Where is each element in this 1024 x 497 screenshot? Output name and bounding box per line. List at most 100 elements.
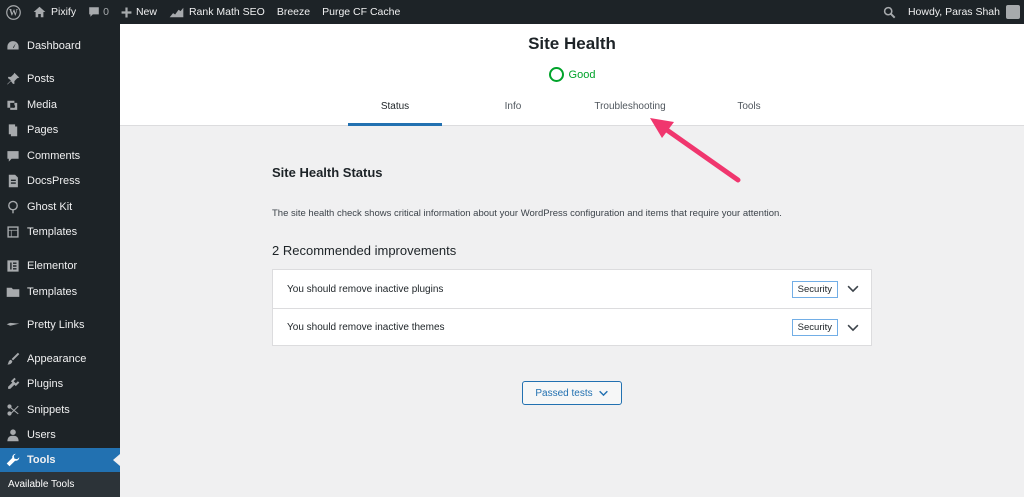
snippets-icon [6, 403, 20, 417]
sidebar-item-users[interactable]: Users [0, 423, 120, 447]
sidebar-item-label: DocsPress [27, 175, 81, 187]
chart-bars-icon [169, 7, 184, 17]
sidebar-item-label: Pretty Links [27, 319, 85, 331]
chevron-down-icon[interactable] [846, 321, 860, 335]
sidebar-item-label: Posts [27, 73, 55, 85]
sidebar-item-docspress[interactable]: DocsPress [0, 169, 120, 193]
link-icon [6, 318, 20, 332]
passed-tests-button[interactable]: Passed tests [522, 381, 622, 405]
sidebar-item-media[interactable]: Media [0, 93, 120, 117]
comment-icon [89, 7, 99, 17]
tab-label: Status [380, 101, 410, 112]
ghost-icon [6, 200, 20, 214]
sidebar-item-label: Elementor [27, 260, 78, 272]
pin-icon [6, 72, 20, 86]
user-icon [6, 428, 20, 442]
elementor-icon [6, 259, 20, 273]
new-label: New [135, 6, 157, 18]
sidebar-item-label: Pages [27, 124, 59, 136]
folder-icon [6, 285, 20, 299]
sidebar-item-tools[interactable]: Tools [0, 448, 120, 472]
site-name-label: Pixify [51, 6, 77, 18]
sidebar-item-plugins[interactable]: Plugins [0, 372, 120, 396]
wrench-icon [6, 453, 20, 467]
sidebar-item-label: Tools [27, 454, 56, 466]
sidebar-item-comments[interactable]: Comments [0, 144, 120, 168]
comment-icon [6, 149, 20, 163]
wordpress-logo-button[interactable]: W [0, 0, 27, 24]
section-description: The site health check shows critical inf… [272, 208, 782, 219]
search-icon [883, 6, 896, 18]
passed-tests-label: Passed tests [535, 387, 593, 399]
site-health-header: Site Health Good Status Info Troubleshoo… [120, 24, 1024, 126]
security-badge: Security [791, 319, 838, 336]
purge-cache-label: Purge CF Cache [322, 6, 401, 18]
greeting-label: Howdy, Paras Shah [907, 6, 1000, 18]
health-status: Good [120, 67, 1024, 82]
sidebar-item-label: Dashboard [27, 40, 81, 52]
sidebar-item-ghost-kit[interactable]: Ghost Kit [0, 195, 120, 219]
admin-sidebar: Dashboard Posts Media Pages Comments Doc… [0, 24, 120, 497]
sidebar-item-label: Users [27, 429, 56, 441]
rank-math-label: Rank Math SEO [188, 6, 265, 18]
page-title: Site Health [528, 34, 616, 53]
sidebar-item-templates[interactable]: Templates [0, 220, 120, 244]
issue-label: You should remove inactive themes [287, 322, 445, 333]
sidebar-item-label: Templates [27, 286, 78, 298]
templates-icon [6, 225, 20, 239]
sidebar-submenu-available-tools[interactable]: Available Tools [0, 472, 120, 497]
svg-text:W: W [9, 7, 18, 17]
sidebar-item-label: Comments [27, 150, 81, 162]
rank-math-link[interactable]: Rank Math SEO [163, 0, 271, 24]
breeze-label: Breeze [276, 6, 311, 18]
issue-row[interactable]: You should remove inactive plugins Secur… [273, 270, 871, 308]
sidebar-item-label: Templates [27, 226, 78, 238]
sidebar-item-elementor-templates[interactable]: Templates [0, 280, 120, 304]
issues-list: You should remove inactive plugins Secur… [272, 269, 872, 346]
sidebar-item-posts[interactable]: Posts [0, 67, 120, 91]
wordpress-logo-icon: W [6, 4, 21, 20]
pages-icon [6, 123, 20, 137]
issue-label: You should remove inactive plugins [287, 283, 444, 295]
purge-cache-link[interactable]: Purge CF Cache [316, 0, 406, 24]
status-ring-icon [548, 67, 564, 82]
sidebar-item-dashboard[interactable]: Dashboard [0, 34, 120, 58]
submenu-item-label: Available Tools [8, 479, 75, 490]
admin-search-button[interactable] [877, 0, 902, 24]
issue-row[interactable]: You should remove inactive themes Securi… [273, 308, 871, 346]
sidebar-item-elementor[interactable]: Elementor [0, 254, 120, 278]
new-content-button[interactable]: New [115, 0, 163, 24]
tab-info[interactable]: Info [466, 98, 560, 126]
chevron-down-icon[interactable] [846, 282, 860, 296]
sidebar-item-label: Appearance [27, 353, 87, 365]
health-status-label: Good [568, 68, 596, 81]
breeze-link[interactable]: Breeze [271, 0, 316, 24]
site-name-link[interactable]: Pixify [27, 0, 82, 24]
document-icon [6, 174, 20, 188]
sidebar-item-pages[interactable]: Pages [0, 118, 120, 142]
chevron-down-icon [598, 390, 608, 396]
section-title: Site Health Status [272, 165, 383, 180]
account-menu[interactable]: Howdy, Paras Shah [902, 0, 1024, 24]
plus-icon [121, 7, 132, 17]
comments-link[interactable]: 0 [82, 0, 115, 24]
dashboard-icon [6, 39, 20, 53]
media-icon [6, 98, 20, 112]
sidebar-item-label: Snippets [27, 404, 70, 416]
sidebar-item-pretty-links[interactable]: Pretty Links [0, 313, 120, 337]
home-icon [33, 6, 46, 18]
security-badge: Security [791, 280, 838, 298]
sidebar-item-label: Plugins [27, 378, 64, 390]
sidebar-item-label: Ghost Kit [27, 201, 73, 213]
tab-status[interactable]: Status [348, 98, 442, 126]
plugin-icon [6, 377, 20, 391]
sidebar-item-snippets[interactable]: Snippets [0, 398, 120, 422]
sidebar-item-label: Media [27, 99, 57, 111]
admin-bar: W Pixify 0 New Rank Math SEO Breeze Purg… [0, 0, 1024, 24]
avatar [1006, 5, 1020, 19]
brush-icon [6, 352, 20, 366]
comments-count: 0 [103, 6, 109, 18]
annotation-arrow-icon [650, 118, 741, 183]
sidebar-item-appearance[interactable]: Appearance [0, 347, 120, 371]
tab-label: Info [504, 101, 522, 112]
